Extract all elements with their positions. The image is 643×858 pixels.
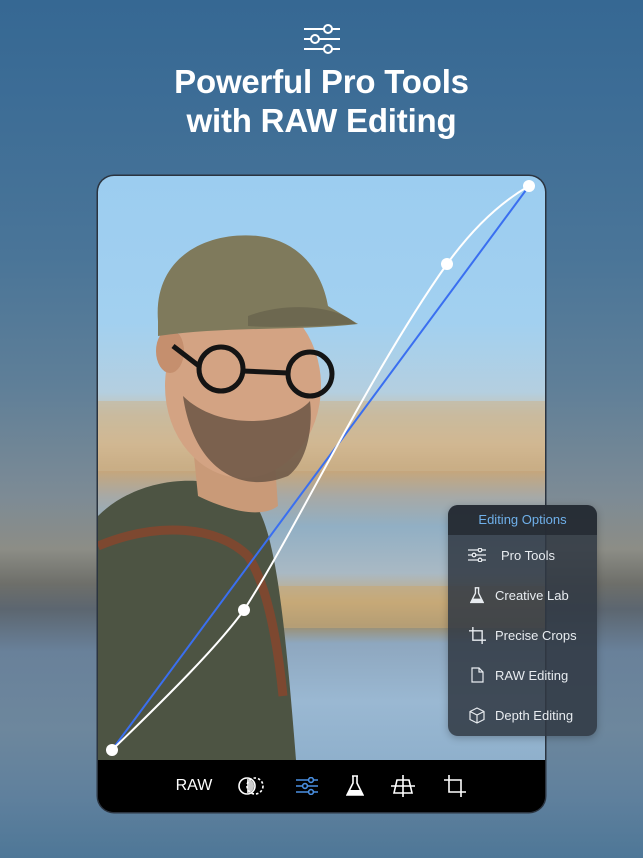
overlay-button[interactable] xyxy=(236,772,266,800)
sliders-button[interactable] xyxy=(293,772,321,800)
curve-point[interactable] xyxy=(238,604,250,616)
perspective-button[interactable] xyxy=(390,772,416,800)
crop-button[interactable] xyxy=(442,772,468,800)
page-title: Powerful Pro Tools with RAW Editing xyxy=(0,62,643,140)
bottom-toolbar: RAW xyxy=(98,760,545,812)
menu-title: Editing Options xyxy=(448,505,597,535)
creative-lab-button[interactable] xyxy=(343,772,367,800)
editing-options-menu: Editing Options Pro Tools Creative Lab P… xyxy=(448,505,597,736)
flask-icon xyxy=(346,775,364,796)
sliders-icon xyxy=(304,24,340,54)
perspective-icon xyxy=(391,775,415,797)
sliders-icon xyxy=(466,546,488,564)
curve-point[interactable] xyxy=(441,258,453,270)
sliders-icon xyxy=(296,777,318,795)
menu-item-label: Creative Lab xyxy=(495,587,569,603)
raw-button[interactable]: RAW xyxy=(174,772,214,800)
crop-icon xyxy=(444,775,466,797)
title-line-1: Powerful Pro Tools xyxy=(174,63,469,100)
menu-item-precise-crops[interactable]: Precise Crops xyxy=(448,615,597,655)
flask-icon xyxy=(466,586,488,604)
menu-item-label: Precise Crops xyxy=(495,627,577,643)
curve-point[interactable] xyxy=(106,744,118,756)
crop-icon xyxy=(466,626,488,644)
menu-item-depth-editing[interactable]: Depth Editing xyxy=(448,695,597,735)
overlay-circles-icon xyxy=(238,777,264,795)
curve-point[interactable] xyxy=(523,180,535,192)
menu-item-pro-tools[interactable]: Pro Tools xyxy=(448,535,597,575)
menu-item-raw-editing[interactable]: RAW Editing xyxy=(448,655,597,695)
menu-item-label: Pro Tools xyxy=(501,547,555,563)
menu-item-label: Depth Editing xyxy=(495,707,574,723)
cube-icon xyxy=(466,706,488,724)
menu-item-creative-lab[interactable]: Creative Lab xyxy=(448,575,597,615)
menu-item-label: RAW Editing xyxy=(495,667,569,683)
title-line-2: with RAW Editing xyxy=(186,102,457,139)
document-icon xyxy=(466,666,488,684)
